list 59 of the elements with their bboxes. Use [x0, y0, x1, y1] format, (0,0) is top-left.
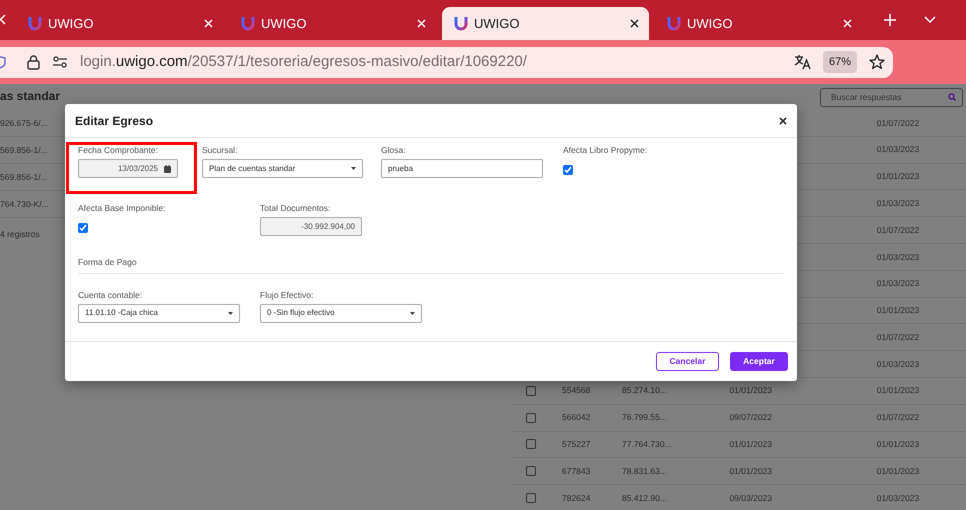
table-cell: 566042 [562, 412, 590, 422]
field-label: Glosa: [381, 145, 407, 155]
field-label: Flujo Efectivo: [260, 290, 314, 300]
field-label: Fecha Comprobante: [78, 145, 159, 155]
table-cell: 85.274.10... [622, 385, 667, 396]
field-label: Cuenta contable: [78, 290, 144, 300]
table-cell: 01/01/2023 [876, 171, 920, 182]
input-field[interactable]: prueba [381, 159, 543, 178]
table-cell: 554568 [562, 385, 590, 396]
table-cell: 01/01/2023 [876, 439, 920, 450]
page-heading: as standar [0, 88, 60, 105]
table-cell: 569.856-1/... [0, 144, 48, 156]
section-title: Forma de Pago [78, 256, 784, 274]
table-cell: 01/01/2023 [729, 439, 772, 450]
browser-tab[interactable]: UWIGO [442, 7, 649, 40]
cancel-button[interactable]: Cancelar [656, 352, 719, 371]
table-cell: 569.856-1/... [0, 170, 48, 184]
table-cell: 01/03/2023 [876, 278, 920, 288]
table-cell: 78.831.63... [622, 466, 667, 476]
table-cell: 01/03/2023 [876, 492, 920, 503]
table-cell: 85.412.90... [622, 492, 667, 503]
table-cell: 782624 [562, 492, 590, 503]
url-text[interactable]: login.uwigo.com/20537/1/tesoreria/egresos-masivo/editar/1069220/ [80, 50, 782, 74]
table-cell: 764.730-K/... [0, 198, 49, 210]
field-label: Sucursal: [202, 145, 238, 155]
table-cell: 01/03/2023 [876, 252, 920, 262]
table-cell: 677843 [562, 466, 590, 476]
table-cell: 01/03/2023 [876, 358, 920, 369]
select-field[interactable]: 0 -Sin flujo efectivo [260, 304, 422, 323]
table-cell: 01/01/2023 [876, 385, 920, 396]
table-cell: 01/07/2022 [876, 332, 920, 342]
field-label: Total Documentos: [260, 203, 332, 213]
dialog-title: Editar Egreso [75, 112, 154, 130]
record-count: 4 registros [0, 228, 41, 241]
table-cell: 77.764.730... [622, 439, 672, 450]
table-cell: 09/07/2022 [729, 412, 772, 422]
address-bar[interactable]: login.uwigo.com/20537/1/tesoreria/egresos-masivo/editar/1069220/ 67% [0, 46, 893, 78]
field-label: Afecta Base Imponible: [78, 203, 166, 213]
table-cell: 575227 [562, 439, 590, 450]
table-cell: 01/07/2022 [876, 224, 920, 235]
table-cell: 76.799.55... [622, 412, 667, 422]
zoom-level[interactable]: 67% [822, 50, 857, 74]
browser-tab[interactable]: UWIGO [655, 7, 862, 40]
table-cell: 01/03/2023 [876, 198, 920, 208]
table-cell: 01/07/2022 [876, 118, 920, 128]
select-field[interactable]: 11.01.10 -Caja chica [78, 304, 240, 323]
table-cell: 01/01/2023 [876, 305, 920, 316]
table-cell: 01/01/2023 [729, 385, 772, 396]
table-cell: 01/01/2023 [729, 466, 772, 476]
table-cell: 01/07/2022 [876, 412, 920, 422]
browser-tab[interactable]: UWIGO [229, 7, 436, 40]
browser-tab[interactable]: UWIGO [16, 7, 223, 40]
field-label: Afecta Libro Propyme: [563, 145, 648, 155]
table-cell: 01/01/2023 [876, 466, 920, 476]
accept-button[interactable]: Aceptar [730, 352, 788, 371]
table-cell: 01/03/2023 [876, 144, 920, 154]
select-field[interactable]: Plan de cuentas standar [202, 159, 363, 178]
table-cell: 926.675-6/... [0, 116, 48, 130]
table-cell: 09/03/2023 [729, 492, 772, 503]
